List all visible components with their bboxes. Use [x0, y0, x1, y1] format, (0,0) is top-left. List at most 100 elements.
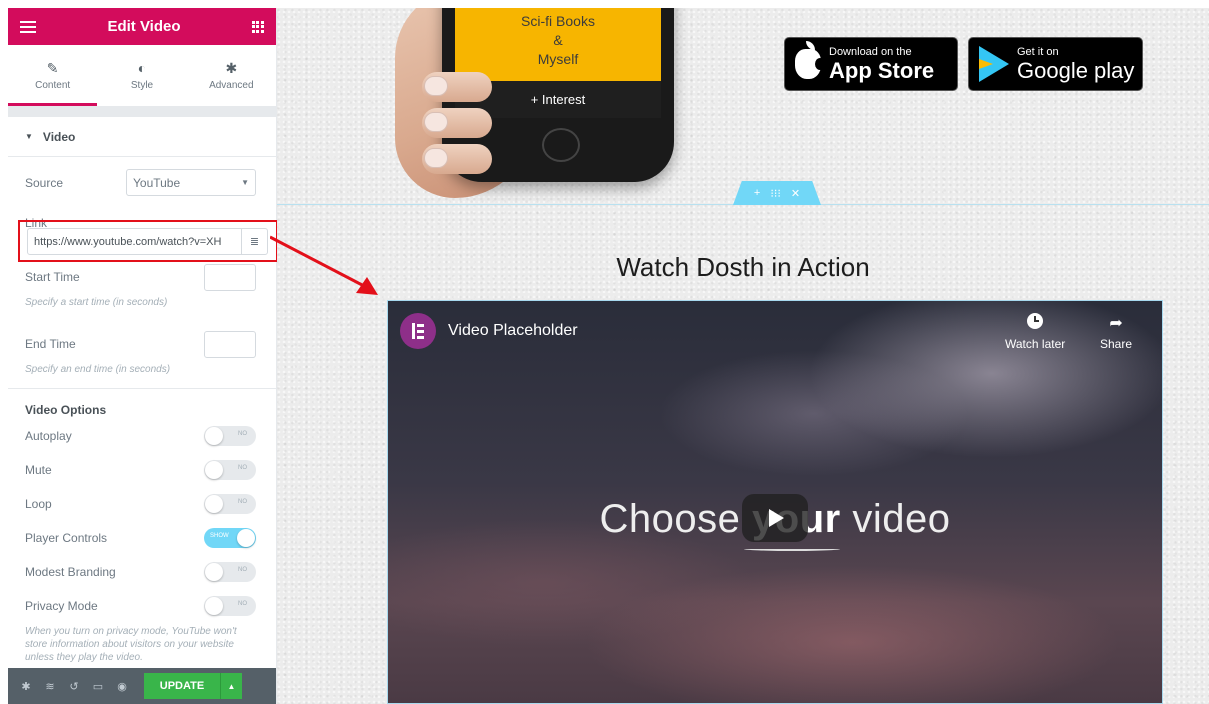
start-time-label: Start Time: [25, 270, 80, 284]
toggle-row-mute: Mute NO: [8, 453, 276, 487]
watch-later-button[interactable]: Watch later: [1005, 313, 1065, 351]
toggle-label: Player Controls: [25, 531, 108, 545]
pencil-icon: ✎: [46, 60, 59, 76]
link-value: https://www.youtube.com/watch?v=XH: [34, 235, 222, 248]
video-title[interactable]: Video Placeholder: [448, 322, 578, 340]
responsive-mode-icon[interactable]: ▭: [86, 680, 110, 693]
preview-eye-icon[interactable]: ◉: [110, 680, 134, 693]
switch-state: NO: [238, 499, 247, 505]
badge-big-text: Google play: [1017, 57, 1135, 83]
modest-branding-switch[interactable]: NO: [204, 562, 256, 582]
update-options-caret-icon[interactable]: ▲: [220, 673, 242, 699]
phone-line: &: [553, 32, 563, 48]
player-controls-switch[interactable]: SHOW: [204, 528, 256, 548]
toggle-label: Autoplay: [25, 429, 72, 443]
toggle-row-privacy-mode: Privacy Mode NO: [8, 589, 276, 623]
start-time-row: Start Time: [8, 263, 276, 291]
source-row: Source YouTube ▼: [8, 157, 276, 208]
source-select[interactable]: YouTube ▼: [126, 169, 256, 196]
finger: [422, 144, 492, 174]
tab-label: Advanced: [209, 80, 254, 91]
toggle-row-modest-branding: Modest Branding NO: [8, 555, 276, 589]
watch-later-label: Watch later: [1005, 337, 1066, 351]
video-options-heading: Video Options: [25, 403, 107, 417]
page-preview: Sci-fi Books & Myself + Interest Downloa…: [277, 8, 1209, 704]
tab-style[interactable]: ◐ Style: [97, 45, 186, 106]
phone-card: Sci-fi Books & Myself: [455, 8, 661, 81]
phone-line: Myself: [537, 51, 579, 67]
toggle-row-player-controls: Player Controls SHOW: [8, 521, 276, 555]
tab-advanced[interactable]: ✱ Advanced: [187, 45, 276, 106]
menu-icon[interactable]: [20, 20, 36, 33]
finger: [422, 108, 492, 138]
play-button[interactable]: [742, 494, 808, 542]
toggle-row-autoplay: Autoplay NO: [8, 419, 276, 453]
google-play-icon: [979, 46, 1009, 82]
video-player[interactable]: Video Placeholder Watch later ➦ Share Ch…: [387, 300, 1163, 704]
switch-state: SHOW: [210, 533, 229, 539]
apple-icon: [795, 41, 825, 79]
app-store-badge[interactable]: Download on the App Store: [784, 37, 958, 91]
section-video-toggle[interactable]: ▼ Video: [8, 117, 276, 157]
navigator-icon[interactable]: ≋: [38, 680, 62, 693]
toggle-label: Privacy Mode: [25, 599, 98, 613]
drag-handle-icon[interactable]: ⁝⁝⁝: [770, 187, 781, 200]
finger: [422, 72, 492, 102]
section-title: Video: [42, 129, 76, 144]
panel-footer: ✱ ≋ ↺ ▭ ◉ UPDATE ▲: [8, 668, 276, 704]
panel-title: Edit Video: [107, 18, 181, 35]
phone-screen: Sci-fi Books & Myself + Interest: [455, 8, 661, 118]
chevron-down-icon: ▼: [241, 178, 249, 187]
autoplay-switch[interactable]: NO: [204, 426, 256, 446]
elementor-logo-icon: [412, 323, 424, 339]
end-time-hint: Specify an end time (in seconds): [25, 364, 171, 375]
end-time-input[interactable]: [204, 330, 256, 358]
loop-switch[interactable]: NO: [204, 494, 256, 514]
history-icon[interactable]: ↺: [62, 680, 86, 693]
play-icon: [769, 509, 784, 527]
add-section-icon[interactable]: +: [754, 187, 760, 199]
channel-avatar[interactable]: [400, 313, 436, 349]
caret-down-icon: ▼: [25, 132, 33, 141]
link-highlight: https://www.youtube.com/watch?v=XH ≣: [18, 220, 278, 262]
close-icon[interactable]: ✕: [791, 187, 800, 200]
google-play-badge[interactable]: Get it on Google play: [968, 37, 1143, 91]
source-label: Source: [25, 175, 64, 190]
phone-line: Sci-fi Books: [521, 13, 595, 29]
share-label: Share: [1100, 337, 1133, 351]
share-arrow-icon: ➦: [1109, 315, 1123, 332]
toggle-label: Loop: [25, 497, 52, 511]
source-value: YouTube: [133, 175, 181, 190]
panel-header: Edit Video: [8, 8, 276, 45]
panel-tabs: ✎ Content ◐ Style ✱ Advanced: [8, 45, 276, 107]
start-time-hint: Specify a start time (in seconds): [25, 297, 168, 308]
half-circle-icon: ◐: [137, 60, 147, 76]
privacy-mode-switch[interactable]: NO: [204, 596, 256, 616]
privacy-mode-hint: When you turn on privacy mode, YouTube w…: [25, 626, 237, 663]
section-heading: Watch Dosth in Action: [616, 252, 870, 282]
switch-state: NO: [238, 465, 247, 471]
toggle-row-loop: Loop NO: [8, 487, 276, 521]
tab-label: Content: [35, 80, 71, 91]
mute-switch[interactable]: NO: [204, 460, 256, 480]
toggle-label: Mute: [25, 463, 52, 477]
dynamic-tags-icon[interactable]: ≣: [241, 229, 267, 254]
divider: [8, 388, 276, 389]
section-handle: + ⁝⁝⁝ ✕: [733, 181, 821, 205]
badge-big-text: App Store: [829, 57, 935, 83]
center-text-c: video: [840, 497, 951, 541]
app-promo-section: Sci-fi Books & Myself + Interest Downloa…: [277, 8, 1209, 205]
link-input[interactable]: https://www.youtube.com/watch?v=XH ≣: [27, 228, 268, 255]
phone-home-button: [542, 128, 580, 162]
end-time-label: End Time: [25, 337, 76, 351]
start-time-input[interactable]: [204, 263, 256, 291]
tab-content[interactable]: ✎ Content: [8, 45, 98, 106]
editor-panel: Edit Video ✎ Content ◐ Style ✱ Advanced …: [8, 8, 278, 704]
update-button[interactable]: UPDATE: [144, 673, 220, 699]
widgets-grid-icon[interactable]: [251, 20, 264, 33]
underline-swoosh: [744, 547, 840, 551]
share-button[interactable]: ➦ Share: [1100, 313, 1132, 351]
switch-state: NO: [238, 431, 247, 437]
badge-small-text: Get it on: [1017, 45, 1059, 58]
settings-icon[interactable]: ✱: [14, 680, 38, 693]
